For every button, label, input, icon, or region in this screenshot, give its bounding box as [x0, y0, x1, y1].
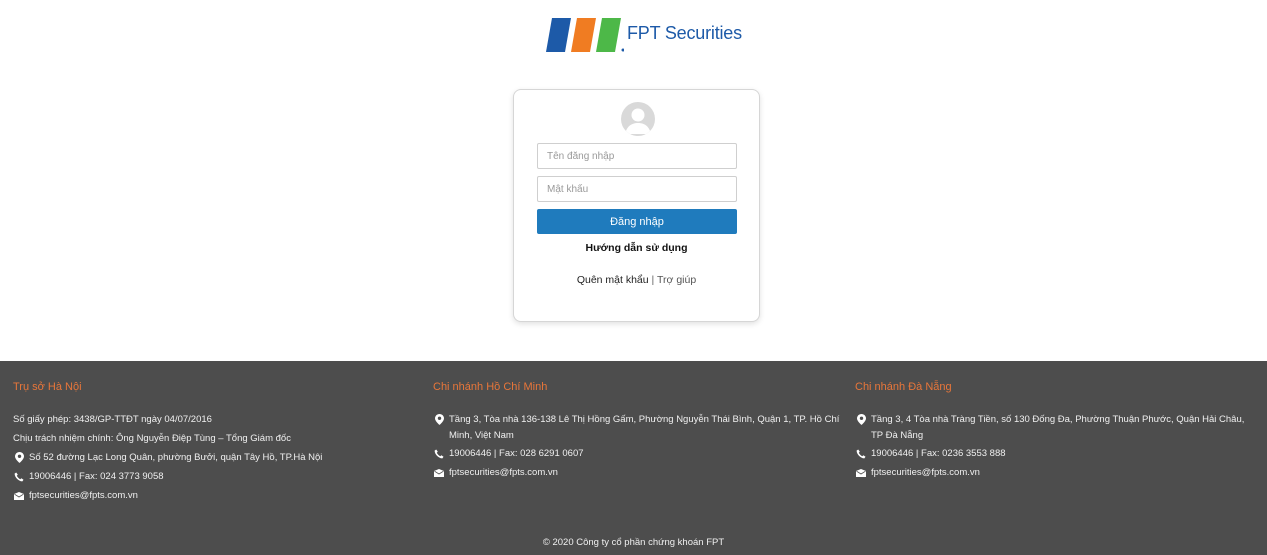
danang-address: Tầng 3, 4 Tòa nhà Tràng Tiền, số 130 Đốn… [871, 414, 1245, 441]
danang-phone-row: 19006446 | Fax: 0236 3553 888 [855, 444, 1255, 463]
phone-icon [433, 444, 445, 463]
danang-title: Chi nhánh Đà Nẵng [855, 381, 952, 393]
forgot-password-link[interactable]: Quên mật khẩu [577, 274, 649, 286]
username-input[interactable] [537, 143, 737, 169]
hcm-email[interactable]: fptsecurities@fpts.com.vn [449, 463, 558, 482]
user-avatar-icon [621, 102, 655, 136]
user-guide-link[interactable]: Hướng dẫn sử dụng [514, 242, 759, 254]
fpt-logo: FPT Securities [546, 12, 742, 54]
hcm-phone-row: 19006446 | Fax: 028 6291 0607 [433, 444, 848, 463]
hcm-address: Tầng 3, Tòa nhà 136-138 Lê Thị Hồng Gấm,… [449, 414, 840, 441]
hanoi-license: Số giấy phép: 3438/GP-TTĐT ngày 04/07/20… [13, 414, 212, 425]
copyright: © 2020 Công ty cổ phần chứng khoán FPT [542, 537, 725, 548]
brand-name: FPT Securities [627, 23, 742, 43]
hanoi-address: Số 52 đường Lạc Long Quân, phường Bưởi, … [29, 452, 323, 463]
envelope-icon [433, 463, 445, 482]
hcm-address-row: Tầng 3, Tòa nhà 136-138 Lê Thị Hồng Gấm,… [433, 410, 848, 444]
footer-hcm: Chi nhánh Hồ Chí Minh Tầng 3, Tòa nhà 13… [433, 381, 848, 482]
envelope-icon [13, 486, 25, 505]
danang-email[interactable]: fptsecurities@fpts.com.vn [871, 463, 980, 482]
danang-address-row: Tầng 3, 4 Tòa nhà Tràng Tiền, số 130 Đốn… [855, 410, 1255, 444]
hcm-email-row: fptsecurities@fpts.com.vn [433, 463, 848, 482]
help-links: Quên mật khẩu | Trợ giúp [514, 274, 759, 286]
hcm-title: Chi nhánh Hồ Chí Minh [433, 381, 548, 393]
footer-danang: Chi nhánh Đà Nẵng Tầng 3, 4 Tòa nhà Tràn… [855, 381, 1255, 482]
help-link[interactable]: Trợ giúp [657, 274, 696, 286]
login-card: Đăng nhập Hướng dẫn sử dụng Quên mật khẩ… [513, 89, 760, 322]
hanoi-address-row: Số 52 đường Lạc Long Quân, phường Bưởi, … [13, 448, 413, 467]
login-button[interactable]: Đăng nhập [537, 209, 737, 234]
login-page: FPT Securities Đăng nhập Hướng dẫn sử dụ… [0, 0, 1267, 555]
map-pin-icon [433, 410, 445, 429]
map-pin-icon [855, 410, 867, 429]
danang-phone: 19006446 | Fax: 0236 3553 888 [871, 448, 1006, 459]
password-input[interactable] [537, 176, 737, 202]
fpt-logo-mark-icon [546, 18, 624, 52]
hcm-phone: 19006446 | Fax: 028 6291 0607 [449, 448, 584, 459]
hanoi-responsible: Chịu trách nhiệm chính: Ông Nguyễn Điệp … [13, 433, 291, 444]
hanoi-phone: 19006446 | Fax: 024 3773 9058 [29, 471, 164, 482]
hanoi-email-row: fptsecurities@fpts.com.vn [13, 486, 413, 505]
hanoi-email[interactable]: fptsecurities@fpts.com.vn [29, 486, 138, 505]
envelope-icon [855, 463, 867, 482]
footer: Trụ sở Hà Nội Số giấy phép: 3438/GP-TTĐT… [0, 361, 1267, 555]
map-pin-icon [13, 448, 25, 467]
hanoi-title: Trụ sở Hà Nội [13, 381, 82, 393]
hanoi-phone-row: 19006446 | Fax: 024 3773 9058 [13, 467, 413, 486]
phone-icon [13, 467, 25, 486]
phone-icon [855, 444, 867, 463]
link-separator: | [651, 274, 655, 286]
footer-hanoi: Trụ sở Hà Nội Số giấy phép: 3438/GP-TTĐT… [13, 381, 413, 505]
danang-email-row: fptsecurities@fpts.com.vn [855, 463, 1255, 482]
